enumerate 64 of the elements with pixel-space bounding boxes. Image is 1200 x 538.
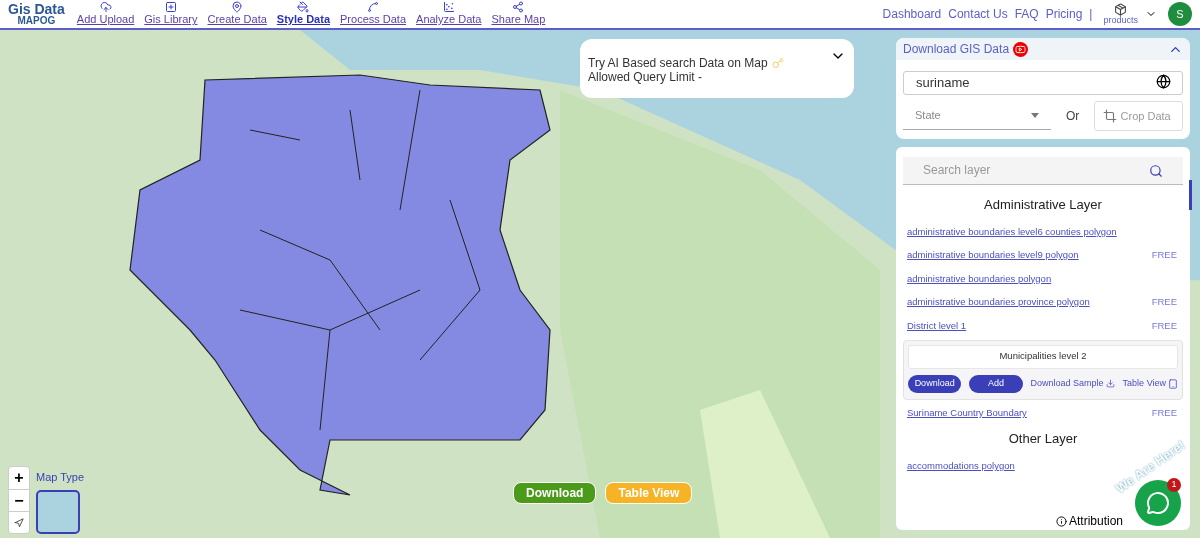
- free-label: FREE: [1151, 248, 1178, 263]
- ai-search-text: Try AI Based search Data on Map: [588, 56, 768, 70]
- scrollbar-thumb: [1189, 180, 1192, 210]
- layer-link[interactable]: administrative boundaries province polygon: [907, 295, 1090, 310]
- tablet-icon: [1168, 378, 1178, 389]
- layer-action-button[interactable]: Download: [908, 374, 962, 393]
- section-heading: Administrative Layer: [983, 195, 1103, 214]
- map-type-thumbnail[interactable]: [36, 490, 80, 534]
- path-icon: [367, 1, 380, 14]
- top-link[interactable]: FAQ: [1014, 5, 1039, 23]
- logo[interactable]: Gis Data MAPOG: [8, 2, 65, 26]
- map-type-label: Map Type: [36, 469, 85, 485]
- chat-icon: [1146, 491, 1170, 515]
- map-pin-icon: [231, 1, 244, 14]
- layer-link[interactable]: District level 1: [907, 318, 967, 333]
- nav-link[interactable]: Gis Library: [144, 1, 198, 27]
- nav-link[interactable]: Create Data: [207, 1, 267, 27]
- layer-link[interactable]: accommodations polygon: [907, 459, 1015, 474]
- nav-link[interactable]: Analyze Data: [416, 1, 482, 27]
- top-link[interactable]: Pricing: [1045, 5, 1083, 23]
- layer-search-field[interactable]: Search layer: [903, 156, 1183, 185]
- or-text: Or: [1066, 107, 1080, 125]
- nav-link[interactable]: Add Upload: [76, 1, 135, 27]
- share-icon: [512, 1, 525, 14]
- layer-link[interactable]: administrative boundaries level6 counties polygon: [907, 224, 1117, 239]
- free-label: FREE: [1151, 406, 1178, 421]
- separator-text: |: [1089, 6, 1093, 23]
- nav-link[interactable]: Style Data: [276, 1, 330, 27]
- search-icon[interactable]: [1149, 163, 1163, 178]
- products-menu[interactable]: products: [1103, 3, 1138, 25]
- globe-icon[interactable]: [1156, 74, 1171, 89]
- layer-action-button[interactable]: Add: [969, 374, 1023, 393]
- dropdown-arrow-icon: [1031, 112, 1039, 118]
- video-icon[interactable]: [1013, 41, 1029, 57]
- paint-bucket-icon: [297, 1, 310, 14]
- free-label: FREE: [1151, 295, 1178, 310]
- panel-title: Download GIS Data: [903, 41, 1010, 58]
- state-dropdown[interactable]: State: [903, 101, 1051, 130]
- layer-link[interactable]: administrative boundaries level9 polygon: [907, 248, 1079, 263]
- chart-icon: [442, 1, 455, 14]
- top-link[interactable]: Contact Us: [948, 5, 1008, 23]
- key-icon: [771, 57, 784, 69]
- country-search-field[interactable]: suriname: [903, 70, 1183, 95]
- layer-link[interactable]: Suriname Country Boundary: [907, 406, 1027, 421]
- crop-icon: [1103, 108, 1118, 123]
- layer-action-link[interactable]: Table View: [1122, 376, 1178, 391]
- query-limit-text: Allowed Query Limit -: [588, 70, 704, 84]
- cube-icon: [1114, 3, 1128, 16]
- map-action-button[interactable]: Download: [513, 482, 597, 504]
- nav-link[interactable]: Share Map: [491, 1, 546, 27]
- plus-square-icon: [164, 1, 177, 14]
- free-label: FREE: [1151, 318, 1178, 333]
- user-avatar[interactable]: S: [1168, 2, 1192, 26]
- cloud-upload-icon: [99, 1, 112, 14]
- layer-link[interactable]: administrative boundaries polygon: [907, 271, 1052, 286]
- top-link[interactable]: Dashboard: [882, 5, 942, 23]
- zoom-out-button[interactable]: −: [9, 489, 29, 511]
- zoom-in-button[interactable]: +: [9, 467, 29, 489]
- nav-link[interactable]: Process Data: [340, 1, 407, 27]
- info-icon: [1056, 515, 1067, 527]
- layer-title: Municipalities level 2: [908, 344, 1178, 369]
- layer-action-link[interactable]: Download Sample: [1030, 376, 1115, 391]
- download-icon: [1105, 379, 1115, 388]
- compass-icon: [14, 517, 24, 528]
